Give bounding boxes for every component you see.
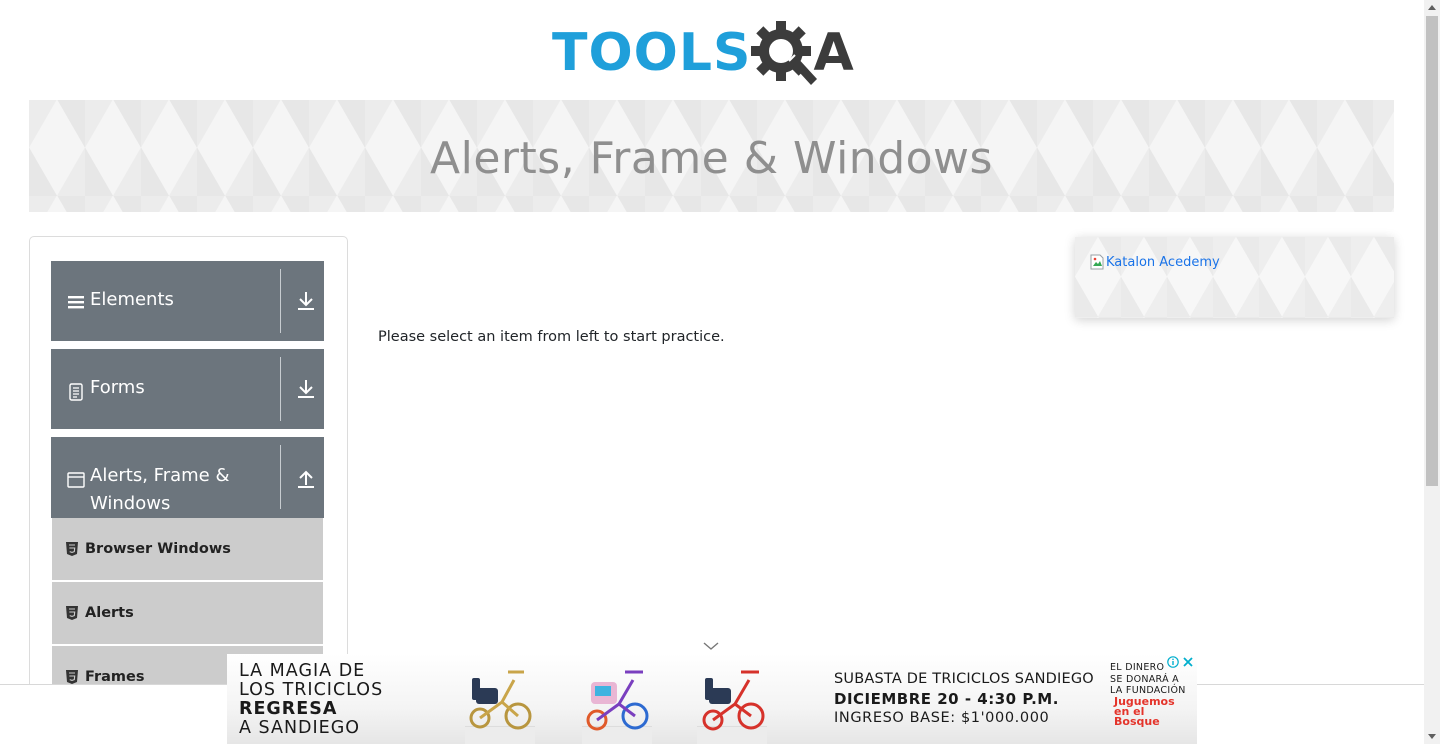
sidebar-group-forms[interactable]: Forms <box>51 349 324 429</box>
gear-magnifier-icon <box>751 21 818 85</box>
html5-icon <box>66 670 78 684</box>
tricycle-image <box>702 670 765 731</box>
document-icon <box>69 383 83 401</box>
side-ad-alt-text: Katalon Acedemy <box>1106 254 1220 270</box>
tricycle-image <box>469 670 532 730</box>
logo-tools-text: TOOLS <box>552 23 752 83</box>
sub-item-label: Browser Windows <box>85 541 231 557</box>
sub-item-label: Frames <box>85 669 145 685</box>
html5-icon <box>66 542 78 556</box>
download-arrow-icon[interactable] <box>295 377 317 401</box>
ad-headline-line: LA MAGIA DE <box>239 661 366 681</box>
group-title-forms: Forms <box>90 377 145 398</box>
ad-info-icon[interactable] <box>1167 656 1179 668</box>
ad-headline-line: A SANDIEGO <box>239 718 361 738</box>
ad-details-line: DICIEMBRE 20 - 4:30 P.M. <box>834 689 1059 708</box>
bottom-ad-banner[interactable]: LA MAGIA DE LOS TRICICLOS REGRESA A SAND… <box>227 654 1197 744</box>
ad-brand-line: Bosque <box>1114 715 1160 728</box>
upload-arrow-icon[interactable] <box>295 467 317 491</box>
divider <box>280 357 281 421</box>
group-header[interactable]: Alerts, Frame & Windows <box>51 437 324 517</box>
vertical-scrollbar[interactable] <box>1424 0 1440 744</box>
ad-details: SUBASTA DE TRICICLOS SANDIEGO DICIEMBRE … <box>834 670 1094 729</box>
scrollbar-thumb[interactable] <box>1426 16 1438 486</box>
ad-headline-line: LOS TRICICLOS <box>239 680 384 700</box>
download-arrow-icon[interactable] <box>295 289 317 313</box>
ad-brand-logo: Juguemos en el Bosque <box>1114 696 1175 728</box>
sub-item-browser-windows[interactable]: Browser Windows <box>52 518 323 580</box>
sub-item-alerts[interactable]: Alerts <box>52 582 323 644</box>
tricycle-image <box>586 670 649 731</box>
page-banner: Alerts, Frame & Windows <box>29 100 1394 212</box>
divider <box>280 269 281 333</box>
page: TOOLS A Alerts, Frame & Windows Elements… <box>0 0 1440 744</box>
broken-image-icon <box>1090 254 1104 270</box>
ad-donation-line: SE DONARÁ A <box>1110 673 1179 685</box>
window-icon <box>67 472 85 488</box>
katalon-ad-link[interactable]: Katalon Acedemy <box>1090 254 1220 270</box>
logo-a-text: A <box>813 23 854 83</box>
scroll-up-arrow-icon[interactable] <box>1428 4 1436 10</box>
sidebar-group-elements[interactable]: Elements <box>51 261 324 341</box>
scroll-down-arrow-icon[interactable] <box>1428 734 1436 740</box>
sidebar-group-alerts-frame-windows[interactable]: Alerts, Frame & Windows <box>51 437 324 518</box>
ad-details-line: SUBASTA DE TRICICLOS SANDIEGO <box>834 671 1094 687</box>
site-logo[interactable]: TOOLS A <box>552 14 854 92</box>
ad-headline-line: REGRESA <box>239 699 338 719</box>
chevron-down-icon[interactable] <box>702 640 720 652</box>
ad-close-icon[interactable] <box>1182 656 1194 668</box>
group-header[interactable]: Elements <box>51 261 324 341</box>
sub-item-label: Alerts <box>85 605 134 621</box>
ad-headline: LA MAGIA DE LOS TRICICLOS REGRESA A SAND… <box>239 662 383 738</box>
side-ad[interactable]: Katalon Acedemy <box>1075 237 1394 318</box>
hamburger-icon <box>68 296 84 309</box>
group-title-elements: Elements <box>90 289 174 310</box>
group-title-alerts-frame-windows: Alerts, Frame & Windows <box>90 465 230 514</box>
page-title: Alerts, Frame & Windows <box>430 132 993 184</box>
html5-icon <box>66 606 78 620</box>
divider <box>280 445 281 509</box>
instruction-text: Please select an item from left to start… <box>378 329 725 345</box>
ad-details-line: INGRESO BASE: $1'000.000 <box>834 710 1050 726</box>
group-header[interactable]: Forms <box>51 349 324 429</box>
